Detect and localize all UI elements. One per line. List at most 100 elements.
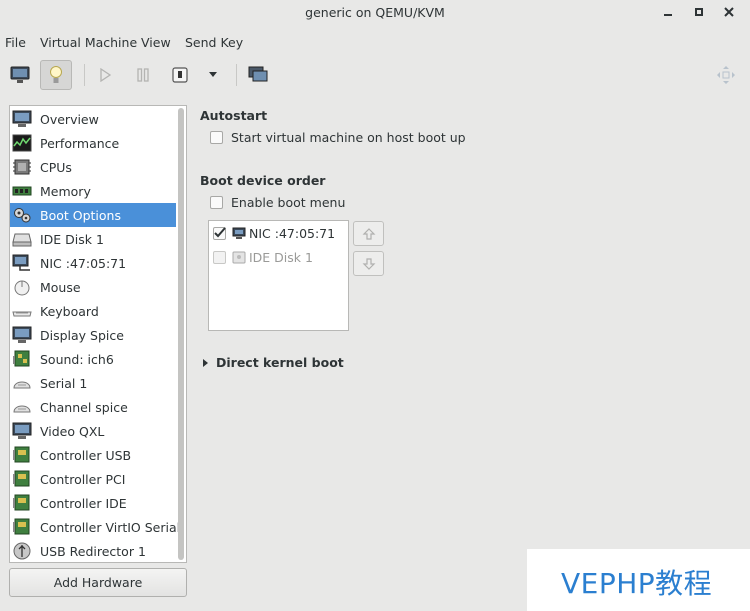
enable-boot-menu-row[interactable]: Enable boot menu — [210, 195, 345, 210]
sidebar-item-channel-spice[interactable]: Channel spice — [10, 395, 176, 419]
boot-device-nic-checkbox[interactable] — [213, 226, 226, 240]
controller-icon — [12, 470, 32, 488]
disk-icon — [12, 230, 32, 248]
sidebar-item-ide-disk[interactable]: IDE Disk 1 — [10, 227, 176, 251]
sidebar-item-boot-options[interactable]: Boot Options — [10, 203, 176, 227]
dropdown-arrow-icon — [209, 72, 217, 77]
sidebar-item-label: NIC :47:05:71 — [40, 255, 127, 271]
mouse-icon — [12, 278, 32, 296]
power-icon — [172, 67, 188, 83]
watermark: VEPHP教程 — [527, 549, 750, 611]
sidebar-item-memory[interactable]: Memory — [10, 179, 176, 203]
serial-icon — [12, 374, 32, 392]
console-button[interactable] — [4, 60, 36, 90]
menu-view[interactable]: View — [141, 35, 171, 50]
network-icon — [12, 254, 32, 272]
keyboard-icon — [12, 302, 32, 320]
boot-device-disk-checkbox[interactable] — [213, 250, 226, 264]
play-icon — [100, 68, 112, 82]
autostart-label: Start virtual machine on host boot up — [231, 130, 466, 145]
sidebar-item-controller-ide[interactable]: Controller IDE — [10, 491, 176, 515]
maximize-icon — [695, 8, 703, 16]
boot-device-label: IDE Disk 1 — [249, 249, 313, 265]
close-icon — [724, 7, 734, 17]
lightbulb-icon — [50, 66, 62, 83]
sidebar-item-nic[interactable]: NIC :47:05:71 — [10, 251, 176, 275]
menu-virtual-machine[interactable]: Virtual Machine — [40, 35, 137, 50]
boot-device-list[interactable]: NIC :47:05:71 IDE Disk 1 — [208, 220, 349, 331]
sidebar-item-label: Sound: ich6 — [40, 351, 114, 367]
shutdown-button[interactable] — [164, 60, 196, 90]
sidebar-item-serial[interactable]: Serial 1 — [10, 371, 176, 395]
sidebar-item-sound[interactable]: Sound: ich6 — [10, 347, 176, 371]
shutdown-menu-button[interactable] — [197, 60, 229, 90]
sidebar-item-display-spice[interactable]: Display Spice — [10, 323, 176, 347]
gears-icon — [12, 206, 32, 224]
minimize-icon — [664, 14, 672, 16]
toolbar — [0, 56, 750, 94]
sidebar-item-performance[interactable]: Performance — [10, 131, 176, 155]
close-button[interactable] — [720, 4, 738, 22]
sidebar-item-cpus[interactable]: CPUs — [10, 155, 176, 179]
direct-kernel-boot-expander[interactable]: Direct kernel boot — [203, 355, 344, 370]
sidebar-item-controller-usb[interactable]: Controller USB — [10, 443, 176, 467]
sound-card-icon — [12, 350, 32, 368]
direct-kernel-boot-label: Direct kernel boot — [216, 355, 344, 370]
autostart-row[interactable]: Start virtual machine on host boot up — [210, 130, 466, 145]
display-icon — [12, 326, 32, 344]
sidebar-item-label: Boot Options — [40, 207, 121, 223]
maximize-button[interactable] — [690, 4, 708, 22]
autostart-checkbox[interactable] — [210, 131, 223, 144]
menu-file[interactable]: File — [5, 35, 26, 50]
add-hardware-button[interactable]: Add Hardware — [9, 568, 187, 597]
menu-send-key[interactable]: Send Key — [185, 35, 243, 50]
details-button[interactable] — [40, 60, 72, 90]
sidebar-item-label: Video QXL — [40, 423, 105, 439]
watermark-text: VEPHP教程 — [561, 567, 713, 600]
minimize-button[interactable] — [659, 4, 677, 22]
checkmark-icon — [214, 226, 226, 237]
sidebar-item-label: Display Spice — [40, 327, 124, 343]
boot-device-label: NIC :47:05:71 — [249, 225, 336, 241]
screens-button[interactable] — [242, 60, 274, 90]
cpu-icon — [12, 158, 32, 176]
sidebar-item-label: Memory — [40, 183, 91, 199]
enable-boot-menu-checkbox[interactable] — [210, 196, 223, 209]
enable-boot-menu-label: Enable boot menu — [231, 195, 346, 210]
graph-icon — [12, 134, 32, 152]
sidebar-item-controller-virtio-serial[interactable]: Controller VirtIO Serial — [10, 515, 180, 539]
sidebar-item-keyboard[interactable]: Keyboard — [10, 299, 176, 323]
move-up-button[interactable] — [353, 221, 384, 246]
sidebar-item-label: Channel spice — [40, 399, 128, 415]
fullscreen-icon — [717, 66, 735, 84]
sidebar-item-label: Controller USB — [40, 447, 132, 463]
boot-device-nic[interactable]: NIC :47:05:71 — [213, 223, 335, 243]
expander-arrow-icon — [203, 358, 208, 367]
sidebar-item-label: USB Redirector 1 — [40, 543, 146, 559]
pause-button[interactable] — [127, 60, 159, 90]
sidebar-item-video-qxl[interactable]: Video QXL — [10, 419, 176, 443]
run-button[interactable] — [89, 60, 121, 90]
sidebar-item-label: Overview — [40, 111, 99, 127]
sidebar-item-overview[interactable]: Overview — [10, 107, 176, 131]
arrow-down-icon — [362, 257, 375, 270]
fullscreen-button[interactable] — [710, 60, 742, 90]
pause-icon — [137, 68, 149, 82]
sidebar-item-label: Controller PCI — [40, 471, 126, 487]
hardware-list[interactable]: Overview Performance CPUs Memory Boot Op… — [9, 105, 187, 563]
monitor-icon — [10, 66, 30, 83]
sidebar-item-label: CPUs — [40, 159, 72, 175]
autostart-title: Autostart — [200, 108, 268, 123]
sidebar-item-usb-redirector[interactable]: USB Redirector 1 — [10, 539, 176, 562]
move-down-button[interactable] — [353, 251, 384, 276]
sidebar-item-controller-pci[interactable]: Controller PCI — [10, 467, 176, 491]
sidebar-item-label: Keyboard — [40, 303, 99, 319]
video-icon — [12, 422, 32, 440]
network-icon — [232, 227, 246, 239]
sidebar-item-label: Controller IDE — [40, 495, 127, 511]
boot-device-ide-disk[interactable]: IDE Disk 1 — [213, 247, 313, 267]
sidebar-item-label: Performance — [40, 135, 120, 151]
sidebar-item-mouse[interactable]: Mouse — [10, 275, 176, 299]
sidebar-scrollbar[interactable] — [178, 108, 184, 560]
controller-icon — [12, 494, 32, 512]
